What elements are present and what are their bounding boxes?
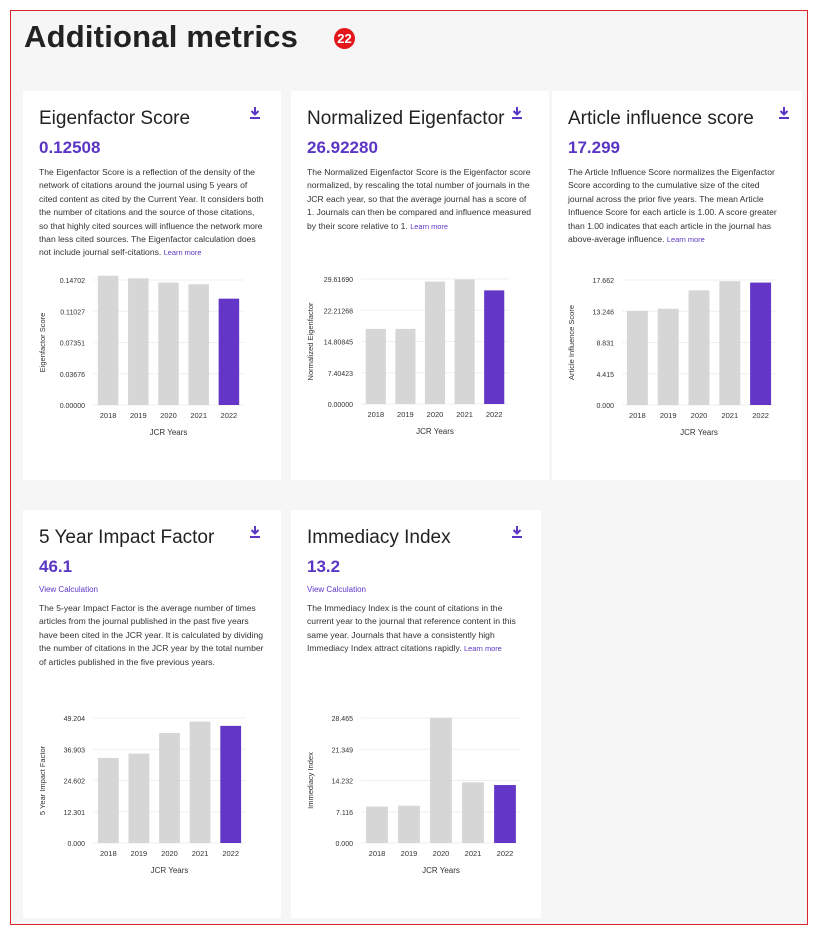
- annotation-badge: 22: [334, 28, 355, 49]
- x-tick-label: 2018: [367, 410, 384, 419]
- chart: 0.000 12.301 24.602 36.903 49.204 2018 2019 202…: [38, 716, 246, 875]
- bar-2022: [484, 290, 505, 404]
- x-tick-label: 2021: [721, 411, 738, 420]
- x-axis-label: JCR Years: [422, 866, 460, 875]
- bar-2020: [424, 281, 446, 404]
- y-tick-label: 17.662: [593, 278, 615, 285]
- bar-2019: [657, 308, 679, 405]
- y-tick-label: 7.40423: [328, 371, 353, 378]
- chart: 0.000 7.116 14.232 21.349 28.465 2018 2019 2020…: [306, 716, 521, 875]
- y-tick-label: 36.903: [64, 747, 86, 754]
- x-tick-label: 2018: [369, 849, 386, 858]
- page-title: Additional metrics: [24, 19, 299, 54]
- x-tick-label: 2020: [433, 849, 450, 858]
- y-tick-label: 28.465: [332, 716, 354, 723]
- bar-2018: [366, 806, 388, 843]
- y-axis-label: 5 Year Impact Factor: [38, 745, 47, 815]
- x-tick-label: 2022: [222, 849, 239, 858]
- y-tick-label: 22.21268: [324, 308, 353, 315]
- bar-2021: [719, 281, 741, 405]
- x-tick-label: 2021: [192, 849, 209, 858]
- chart: 0.00000 0.03676 0.07351 0.11027 0.14702 2018 2…: [38, 275, 244, 437]
- x-tick-label: 2021: [465, 849, 482, 858]
- bar-2022: [750, 282, 772, 405]
- x-tick-label: 2018: [629, 411, 646, 420]
- y-tick-label: 14.232: [332, 779, 354, 786]
- bar-2018: [97, 757, 119, 843]
- y-axis-label: Article Influence Score: [567, 305, 576, 380]
- bar-2021: [454, 279, 475, 404]
- card-eigenfactor-score: Eigenfactor Score 0.12508 The Eigenfacto…: [23, 91, 281, 480]
- bar-2018: [97, 275, 119, 405]
- card-5-year-impact-factor: 5 Year Impact Factor 46.1 View Calculati…: [23, 510, 281, 918]
- y-axis-label: Immediacy Index: [306, 752, 315, 809]
- x-axis-label: JCR Years: [151, 866, 189, 875]
- bar-2020: [688, 290, 710, 405]
- y-tick-label: 21.349: [332, 747, 354, 754]
- x-tick-label: 2020: [161, 849, 178, 858]
- bar-2018: [626, 310, 648, 405]
- y-tick-label: 13.246: [593, 309, 615, 316]
- bar-2022: [218, 298, 240, 405]
- bar-2022: [494, 785, 516, 843]
- chart: 0.00000 7.40423 14.80845 22.21268 29.61690 20…: [306, 277, 509, 436]
- x-tick-label: 2021: [190, 411, 207, 420]
- x-tick-label: 2019: [401, 849, 418, 858]
- x-tick-label: 2018: [100, 411, 117, 420]
- chart: 0.000 4.415 8.831 13.246 17.662 2018 2019 2020 2…: [567, 278, 776, 437]
- x-tick-label: 2020: [691, 411, 708, 420]
- y-tick-label: 0.00000: [60, 403, 85, 410]
- y-tick-label: 14.80845: [324, 340, 353, 347]
- bar-2019: [395, 328, 416, 404]
- x-axis-label: JCR Years: [416, 427, 454, 436]
- bar-2019: [128, 278, 149, 405]
- y-tick-label: 49.204: [64, 716, 86, 723]
- y-axis-label: Normalized Eigenfactor: [306, 302, 315, 380]
- x-axis-label: JCR Years: [150, 428, 188, 437]
- card-normalized-eigenfactor: Normalized Eigenfactor 26.92280 The Norm…: [291, 91, 549, 480]
- x-tick-label: 2021: [456, 410, 473, 419]
- card-article-influence-score: Article influence score 17.299 The Artic…: [552, 91, 802, 480]
- x-tick-label: 2022: [497, 849, 514, 858]
- bar-2020: [159, 732, 180, 843]
- bar-2021: [189, 721, 211, 843]
- y-tick-label: 29.61690: [324, 277, 353, 284]
- card-immediacy-index: Immediacy Index 13.2 View Calculation Th…: [291, 510, 541, 918]
- x-tick-label: 2020: [160, 411, 177, 420]
- y-tick-label: 4.415: [596, 372, 614, 379]
- x-tick-label: 2019: [131, 849, 148, 858]
- y-tick-label: 0.00000: [328, 402, 353, 409]
- bar-2020: [430, 717, 452, 843]
- x-tick-label: 2020: [427, 410, 444, 419]
- y-tick-label: 7.116: [336, 810, 353, 817]
- x-tick-label: 2022: [752, 411, 769, 420]
- y-tick-label: 0.07351: [60, 341, 85, 348]
- bar-2018: [365, 328, 386, 404]
- y-tick-label: 24.602: [64, 779, 86, 786]
- additional-metrics-panel: Additional metrics 22 Eigenfactor Score …: [10, 10, 808, 925]
- bar-2019: [398, 805, 420, 843]
- y-tick-label: 0.000: [596, 403, 614, 410]
- y-tick-label: 0.000: [67, 841, 85, 848]
- bar-2019: [128, 753, 150, 843]
- y-tick-label: 0.14702: [60, 278, 85, 285]
- y-tick-label: 0.11027: [60, 309, 85, 316]
- x-tick-label: 2022: [221, 411, 238, 420]
- y-tick-label: 0.03676: [60, 372, 85, 379]
- x-tick-label: 2022: [486, 410, 503, 419]
- x-tick-label: 2019: [397, 410, 414, 419]
- bar-2021: [188, 284, 209, 405]
- y-axis-label: Eigenfactor Score: [38, 313, 47, 373]
- bar-2022: [220, 725, 242, 843]
- bar-2020: [158, 282, 179, 405]
- x-axis-label: JCR Years: [680, 428, 718, 437]
- y-tick-label: 12.301: [64, 810, 86, 817]
- bar-2021: [462, 782, 484, 843]
- y-tick-label: 0.000: [335, 841, 353, 848]
- x-tick-label: 2019: [660, 411, 677, 420]
- y-tick-label: 8.831: [596, 341, 614, 348]
- x-tick-label: 2018: [100, 849, 117, 858]
- x-tick-label: 2019: [130, 411, 147, 420]
